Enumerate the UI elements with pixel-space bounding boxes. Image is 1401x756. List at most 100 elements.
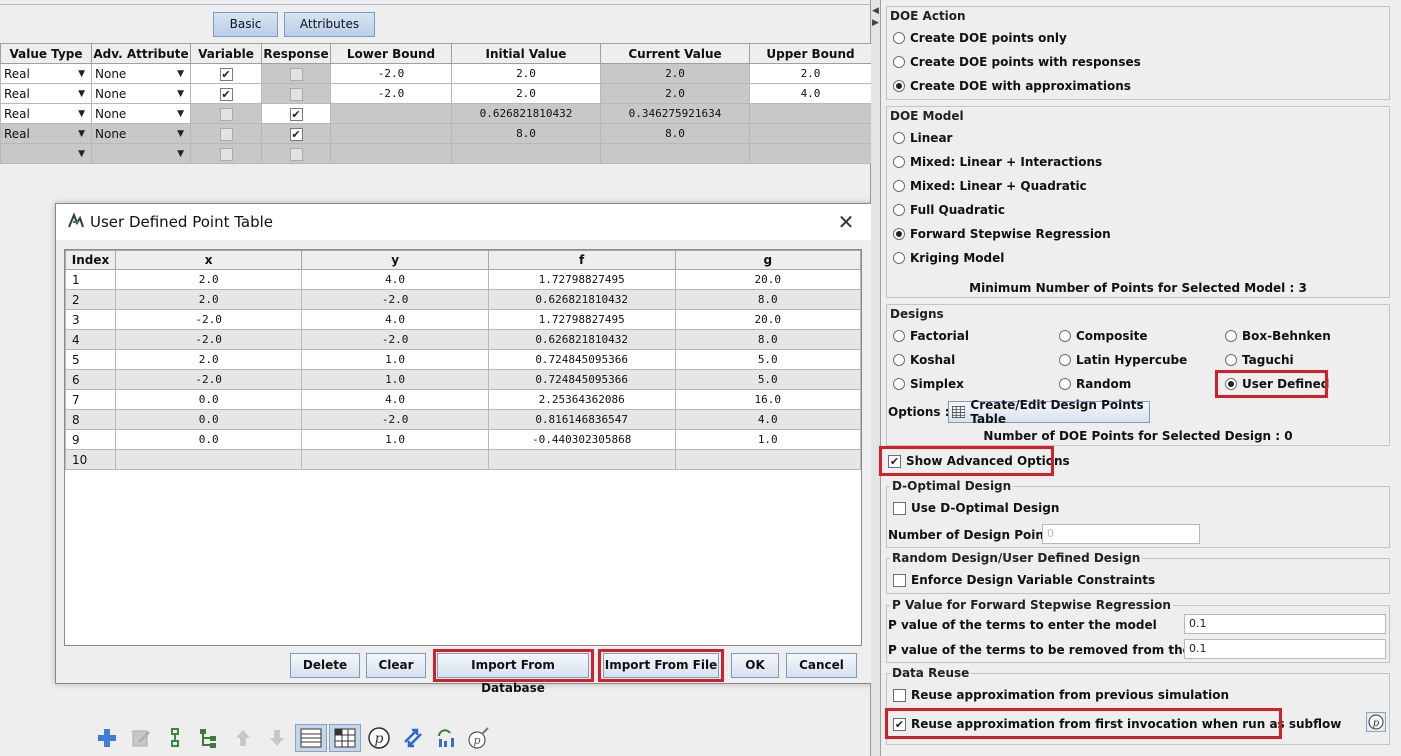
swap-icon[interactable] [400,724,426,752]
table-row[interactable]: 7 0.0 4.0 2.25364362086 16.0 [65,389,862,410]
sequence-icon[interactable] [162,724,188,752]
y-cell[interactable]: -2.0 [301,409,489,430]
adv-attribute-combo[interactable]: None ▼ [91,123,191,144]
table-row[interactable]: 4 -2.0 -2.0 0.626821810432 8.0 [65,329,862,350]
list-view-icon[interactable] [295,724,327,752]
table-row[interactable]: 6 -2.0 1.0 0.724845095366 5.0 [65,369,862,390]
table-row[interactable]: 5 2.0 1.0 0.724845095366 5.0 [65,349,862,370]
column-header[interactable]: Upper Bound [749,43,872,64]
radio-create-doe-points-with-responses[interactable]: Create DOE points with responses [893,55,1141,69]
lower-bound-cell[interactable]: -2.0 [330,63,452,84]
radio-button[interactable] [1059,378,1071,390]
table-row[interactable]: 8 0.0 -2.0 0.816146836547 4.0 [65,409,862,430]
g-cell[interactable]: 8.0 [674,289,862,310]
radio-mixed-linear-quadratic[interactable]: Mixed: Linear + Quadratic [893,179,1087,193]
y-cell[interactable]: 4.0 [301,309,489,330]
g-cell[interactable]: 20.0 [674,269,862,290]
x-cell[interactable] [114,449,303,470]
f-cell[interactable]: 0.626821810432 [487,289,676,310]
y-cell[interactable]: -2.0 [301,289,489,310]
g-cell[interactable]: 4.0 [674,409,862,430]
f-cell[interactable]: 1.72798827495 [487,269,676,290]
checkbox[interactable]: ✔ [289,127,303,141]
checkbox[interactable] [289,147,303,161]
upper-bound-cell[interactable]: 2.0 [749,63,872,84]
x-cell[interactable]: -2.0 [114,369,303,390]
radio-factorial[interactable]: Factorial [893,329,969,343]
parameter-help-icon[interactable]: p [1366,712,1386,732]
g-cell[interactable]: 1.0 [674,429,862,450]
y-cell[interactable]: 4.0 [301,269,489,290]
column-header[interactable]: Lower Bound [330,43,452,64]
x-cell[interactable]: 2.0 [114,289,303,310]
close-icon[interactable]: ✕ [835,210,857,234]
radio-simplex[interactable]: Simplex [893,377,964,391]
y-cell[interactable]: -2.0 [301,329,489,350]
delete-button[interactable]: Delete [290,653,360,678]
value-type-combo[interactable]: ▼ [0,143,92,164]
value-type-combo[interactable]: Real ▼ [0,83,92,104]
radio-button[interactable] [1225,330,1237,342]
radio-button[interactable] [893,32,905,44]
move-down-icon[interactable] [264,724,290,752]
radio-button[interactable] [893,56,905,68]
f-cell[interactable]: 0.724845095366 [487,349,676,370]
f-cell[interactable]: 0.816146836547 [487,409,676,430]
radio-box-behnken[interactable]: Box-Behnken [1225,329,1331,343]
f-cell[interactable]: 1.72798827495 [487,309,676,330]
column-header[interactable]: Initial Value [451,43,601,64]
radio-button[interactable] [1225,354,1237,366]
checkbox[interactable] [289,87,303,101]
radio-button[interactable] [1059,354,1071,366]
edit-icon[interactable] [128,724,154,752]
f-cell[interactable]: -0.440302305868 [487,429,676,450]
g-cell[interactable]: 5.0 [674,369,862,390]
radio-button[interactable] [1059,330,1071,342]
f-cell[interactable]: 0.626821810432 [487,329,676,350]
dialog-title-bar[interactable]: User Defined Point Table ✕ [56,204,871,240]
g-cell[interactable]: 20.0 [674,309,862,330]
radio-button[interactable] [893,204,905,216]
num-design-points-input[interactable]: 0 [1042,524,1200,544]
column-header[interactable]: x [114,250,303,270]
move-up-icon[interactable] [230,724,256,752]
radio-button[interactable] [893,80,905,92]
response-checkbox-cell[interactable]: ✔ [261,103,331,124]
radio-kriging-model[interactable]: Kriging Model [893,251,1004,265]
column-header[interactable]: y [301,250,489,270]
checkbox[interactable] [219,127,233,141]
radio-button[interactable] [893,228,905,240]
variable-checkbox-cell[interactable] [190,123,262,144]
adv-attribute-combo[interactable]: None ▼ [91,103,191,124]
hierarchy-icon[interactable] [196,724,222,752]
x-cell[interactable]: 2.0 [114,349,303,370]
radio-random[interactable]: Random [1059,377,1131,391]
checkbox[interactable] [289,67,303,81]
p-value-enter-input[interactable]: 0.1 [1184,614,1386,634]
response-checkbox-cell[interactable] [261,83,331,104]
variable-checkbox-cell[interactable]: ✔ [190,83,262,104]
response-checkbox-cell[interactable] [261,143,331,164]
y-cell[interactable]: 1.0 [301,369,489,390]
panel-splitter[interactable]: ◀ ▶ [871,0,881,756]
radio-koshal[interactable]: Koshal [893,353,955,367]
radio-create-doe-with-approximations[interactable]: Create DOE with approximations [893,79,1131,93]
radio-button[interactable] [893,180,905,192]
y-cell[interactable]: 1.0 [301,349,489,370]
column-header[interactable]: Current Value [600,43,750,64]
g-cell[interactable]: 5.0 [674,349,862,370]
x-cell[interactable]: 0.0 [114,389,303,410]
checkbox[interactable]: ✔ [219,67,233,81]
radio-button[interactable] [893,156,905,168]
radio-button[interactable] [893,354,905,366]
g-cell[interactable] [674,449,862,470]
column-header[interactable]: Value Type [0,43,92,64]
y-cell[interactable]: 4.0 [301,389,489,410]
checkbox[interactable] [893,573,906,587]
f-cell[interactable]: 2.25364362086 [487,389,676,410]
column-header[interactable]: Adv. Attribute [91,43,191,64]
point-table-scroll-area[interactable]: Index x y f g 1 2.0 4.0 1.72798827495 20.0 2… [64,249,862,646]
variable-checkbox-cell[interactable] [190,143,262,164]
radio-taguchi[interactable]: Taguchi [1225,353,1294,367]
x-cell[interactable]: -2.0 [114,309,303,330]
